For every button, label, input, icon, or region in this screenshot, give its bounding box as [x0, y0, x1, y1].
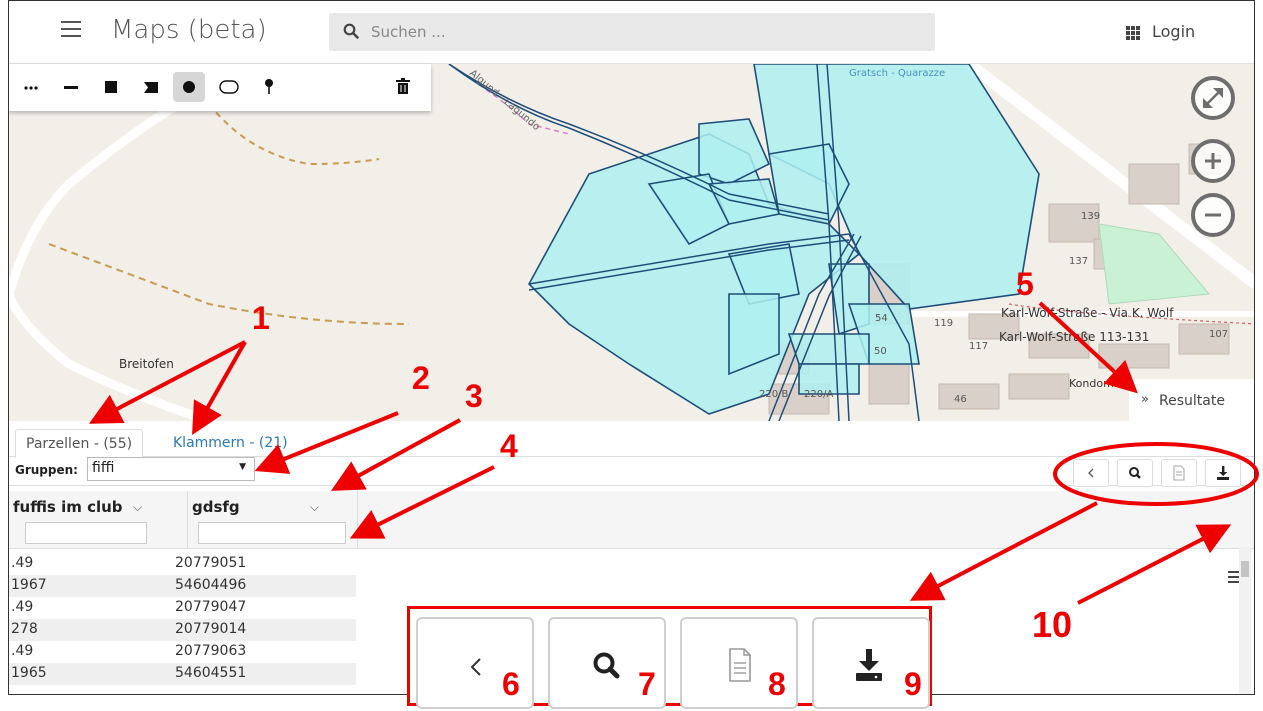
draw-toolbar	[9, 64, 431, 111]
gruppen-label: Gruppen:	[15, 463, 78, 477]
apps-grid-icon[interactable]	[1126, 26, 1140, 40]
zoom-out-button[interactable]	[1191, 193, 1235, 237]
table-row[interactable]: 1967 54604496	[9, 575, 356, 597]
table-row[interactable]: .49 20779063	[9, 641, 356, 663]
scrollbar-thumb[interactable]	[1241, 561, 1249, 577]
dropdown-arrow-icon: ▼	[239, 462, 246, 472]
draw-dots-button[interactable]	[15, 72, 47, 102]
app-title: Maps (beta)	[111, 15, 267, 45]
house-number: 137	[1069, 256, 1088, 267]
map-canvas[interactable]: Breitofen Karl-Wolf-Straße - Via K. Wolf…	[9, 64, 1254, 421]
chevron-down-icon[interactable]: ⌵	[310, 500, 319, 515]
house-number: 220/B	[759, 389, 788, 400]
annotation-number-10: 10	[1032, 604, 1073, 645]
chevron-left-icon	[470, 658, 481, 676]
draw-line-button[interactable]	[55, 72, 87, 102]
map-label-breitofen: Breitofen	[119, 357, 174, 371]
app-window: Maps (beta) Login	[8, 0, 1255, 695]
gruppen-value: fiffi	[92, 460, 115, 476]
document-button[interactable]	[1161, 459, 1197, 487]
annotation-number-4: 4	[500, 428, 518, 464]
results-tabs: Parzellen - (55) Klammern - (21)	[9, 425, 1254, 458]
login-link[interactable]: Login	[1152, 22, 1195, 41]
search-input[interactable]	[369, 19, 889, 45]
tab-parzellen[interactable]: Parzellen - (55)	[15, 429, 144, 458]
search-icon	[1129, 467, 1141, 479]
download-button[interactable]	[1205, 459, 1241, 487]
column-header-empty	[357, 491, 1254, 549]
top-bar: Maps (beta) Login	[9, 1, 1254, 64]
chevron-down-icon[interactable]: ⌵	[133, 500, 142, 515]
draw-polygon-button[interactable]	[135, 72, 167, 102]
table-row[interactable]: .49 20779047	[9, 597, 356, 619]
gruppen-select[interactable]: fiffi ▼	[87, 457, 255, 481]
house-number: 117	[969, 341, 988, 352]
expand-icon	[1203, 88, 1223, 108]
search-bar[interactable]	[329, 13, 935, 51]
house-number: 50	[874, 346, 887, 357]
zoom-inset	[407, 606, 932, 709]
draw-square-button[interactable]	[95, 72, 127, 102]
draw-ellipse-button[interactable]	[213, 72, 245, 102]
double-chevron-down-icon: »	[1141, 392, 1149, 407]
annotation-number-5: 5	[1016, 266, 1034, 302]
draw-circle-button[interactable]	[173, 72, 205, 102]
download-icon	[1217, 466, 1229, 480]
tab-klammern[interactable]: Klammern - (21)	[163, 429, 298, 458]
plus-icon	[1205, 153, 1221, 169]
minus-icon	[1205, 213, 1221, 217]
house-number: 54	[875, 313, 888, 324]
annotation-number-2: 2	[412, 360, 430, 396]
map-label-street: Karl-Wolf-Straße - Via K. Wolf	[1001, 306, 1174, 320]
divider	[9, 485, 1254, 486]
draw-marker-button[interactable]	[253, 72, 285, 102]
column-title: fuffis im club	[13, 498, 123, 516]
column-filter-input[interactable]	[198, 522, 346, 544]
back-button[interactable]	[1073, 459, 1109, 487]
annotation-number-8: 8	[768, 666, 786, 702]
table-row[interactable]: .49 20779051	[9, 553, 356, 575]
results-toggle-label: Resultate	[1159, 393, 1225, 409]
house-number: 139	[1081, 211, 1100, 222]
map-label-street-range: Karl-Wolf-Straße 113-131	[999, 330, 1149, 344]
column-header[interactable]: fuffis im club ⌵	[9, 491, 187, 549]
fullscreen-button[interactable]	[1191, 76, 1235, 120]
annotation-number-9: 9	[904, 666, 922, 702]
chevron-left-icon	[1088, 468, 1094, 478]
column-header[interactable]: gdsfg ⌵	[187, 491, 357, 549]
hamburger-menu-icon[interactable]	[61, 21, 81, 37]
column-title: gdsfg	[192, 498, 240, 516]
annotation-number-7: 7	[638, 666, 656, 702]
house-number: 220/A	[804, 389, 833, 400]
annotation-number-6: 6	[502, 666, 520, 702]
house-number: 107	[1209, 329, 1228, 340]
annotation-number-3: 3	[465, 378, 483, 414]
map-label-algund: Algund - Lagundo	[467, 68, 542, 133]
column-filter-input[interactable]	[25, 522, 147, 544]
zoom-in-button[interactable]	[1191, 139, 1235, 183]
vertical-scrollbar[interactable]	[1239, 547, 1251, 694]
map-label-gratsch: Gratsch - Quarazze	[849, 68, 945, 79]
document-icon	[1173, 465, 1185, 481]
delete-drawing-button[interactable]	[387, 72, 419, 102]
table-row[interactable]: 278 20779014	[9, 619, 356, 641]
zoom-to-results-button[interactable]	[1117, 459, 1153, 487]
table-row[interactable]: 1965 54604551	[9, 663, 356, 685]
table-body: .49 20779051 1967 54604496 .49 20779047 278…	[9, 553, 356, 685]
annotation-number-1: 1	[252, 300, 270, 336]
search-icon	[343, 23, 359, 39]
results-toggle-button[interactable]: » Resultate	[1129, 379, 1254, 421]
map-graphics: Breitofen Karl-Wolf-Straße - Via K. Wolf…	[9, 64, 1254, 421]
house-number: 119	[934, 318, 953, 329]
house-number: 46	[954, 394, 967, 405]
